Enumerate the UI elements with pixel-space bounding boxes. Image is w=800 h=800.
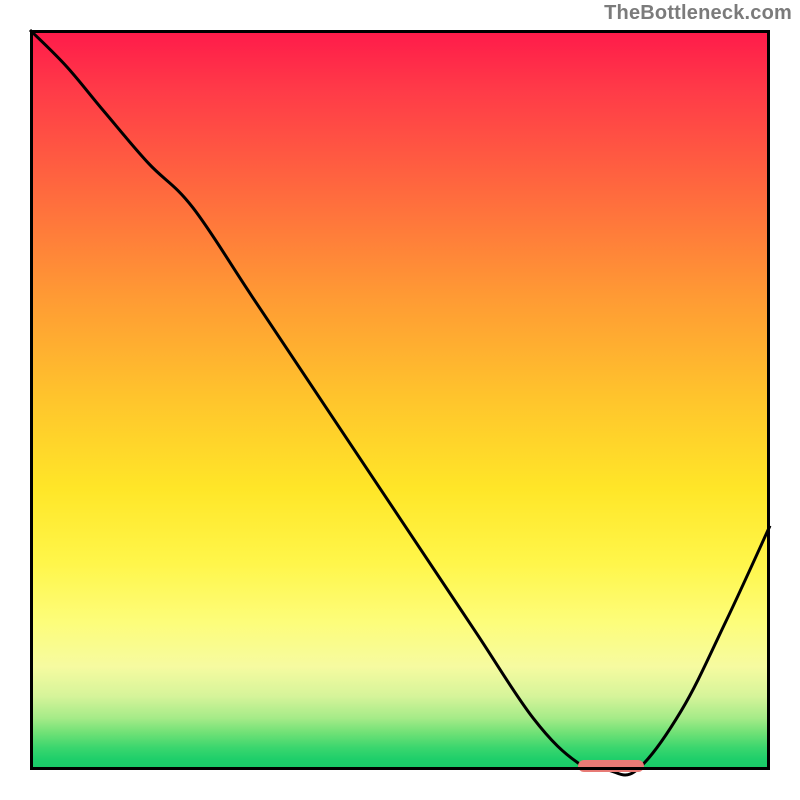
plot-frame <box>30 30 770 770</box>
watermark-text: TheBottleneck.com <box>604 2 792 25</box>
chart-stage: TheBottleneck.com <box>0 0 800 800</box>
bottleneck-curve <box>30 30 770 770</box>
optimum-marker <box>578 760 645 772</box>
